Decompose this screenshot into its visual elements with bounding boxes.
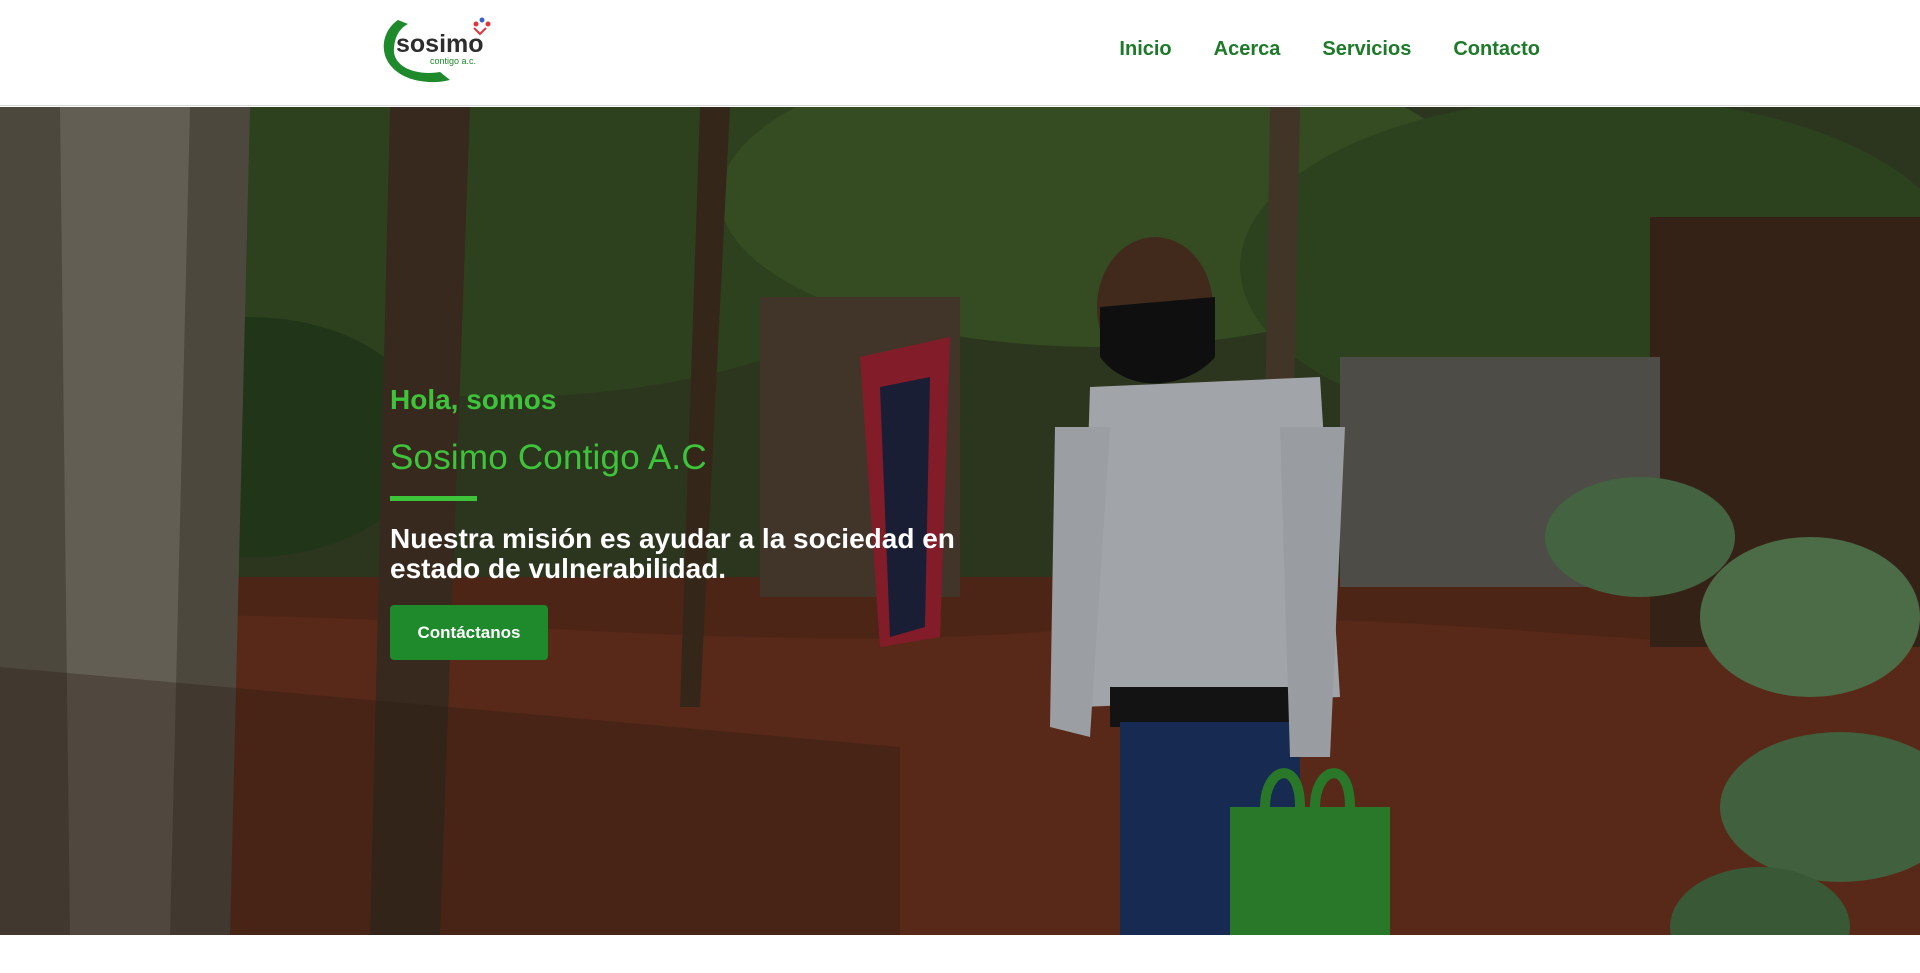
nav-item-inicio[interactable]: Inicio xyxy=(1119,38,1171,61)
sosimo-logo[interactable]: sosimo contigo a.c. xyxy=(378,14,498,86)
title-underline xyxy=(390,496,477,501)
site-header: sosimo contigo a.c. Inicio Acerca Servic… xyxy=(0,0,1920,106)
logo-wordmark: sosimo xyxy=(396,30,484,58)
page-below-hero xyxy=(0,935,1920,973)
main-nav: Inicio Acerca Servicios Contacto xyxy=(1119,38,1540,61)
nav-item-acerca[interactable]: Acerca xyxy=(1214,38,1281,61)
nav-item-servicios[interactable]: Servicios xyxy=(1322,38,1411,61)
logo-subtitle: contigo a.c. xyxy=(430,56,476,66)
hero-title: Sosimo Contigo A.C xyxy=(390,438,707,477)
hero-content: Hola, somos Sosimo Contigo A.C Nuestra m… xyxy=(390,384,1030,660)
logo-mark: sosimo contigo a.c. xyxy=(383,17,491,83)
hero-section: Hola, somos Sosimo Contigo A.C Nuestra m… xyxy=(0,107,1920,935)
contact-button[interactable]: Contáctanos xyxy=(390,605,548,660)
nav-item-contacto[interactable]: Contacto xyxy=(1453,38,1540,61)
hero-mission-text: Nuestra misión es ayudar a la sociedad e… xyxy=(390,523,955,584)
hero-kicker: Hola, somos xyxy=(390,384,557,415)
